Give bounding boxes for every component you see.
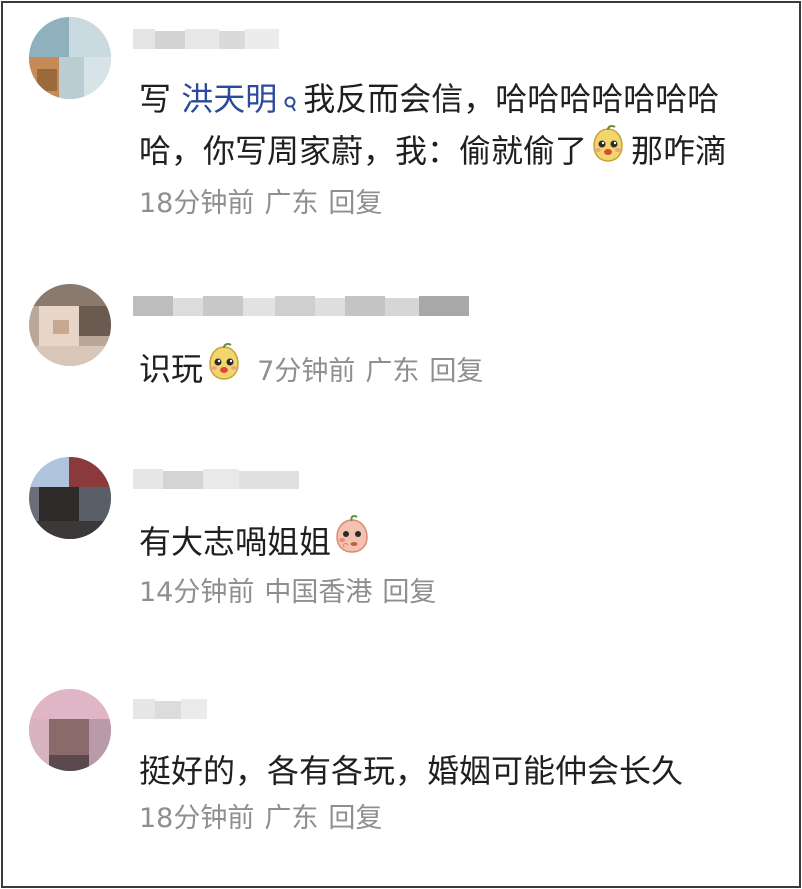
- mention-link[interactable]: 洪天明: [181, 80, 277, 118]
- comment-text-part: 那咋滴: [631, 132, 728, 170]
- timestamp: 18分钟前: [139, 803, 255, 834]
- comment-text-part: 写: [139, 80, 182, 118]
- avatar[interactable]: [29, 284, 111, 366]
- username-blurred[interactable]: [133, 290, 473, 320]
- comment-text: 写 洪天明 我反而会信，哈哈哈哈哈哈哈哈，你写周家蔚，我：偷就偷了 那咋滴18分钟前…: [139, 75, 759, 228]
- comment-meta: 14分钟前 中国香港 回复: [139, 573, 759, 613]
- comment-meta: 18分钟前 广东 回复: [139, 799, 759, 839]
- timestamp: 14分钟前: [139, 576, 255, 608]
- peach-thinking-icon: [332, 514, 372, 569]
- reply-button[interactable]: 回复: [382, 577, 436, 608]
- reply-button[interactable]: 回复: [328, 188, 382, 219]
- timestamp: 18分钟前: [139, 187, 255, 219]
- reply-button[interactable]: 回复: [429, 356, 483, 387]
- pear-face-icon: [588, 124, 628, 177]
- timestamp: 7分钟前: [257, 356, 356, 387]
- comment-text: 有大志喎姐姐 14分钟前 中国香港 回复: [139, 514, 759, 613]
- comment-text: 挺好的，各有各玩，婚姻可能仲会长久 18分钟前 广东 回复: [139, 747, 759, 839]
- username-blurred[interactable]: [133, 23, 283, 53]
- reply-button[interactable]: 回复: [328, 803, 382, 834]
- pear-face-icon: [204, 342, 244, 395]
- location: 广东: [365, 356, 420, 387]
- username-blurred[interactable]: [133, 463, 303, 493]
- comment-text-part: 有大志喎姐姐: [139, 523, 332, 561]
- comment-meta: 18分钟前 广东 回复: [139, 188, 382, 219]
- location: 广东: [264, 187, 319, 219]
- comment-list: 写 洪天明 我反而会信，哈哈哈哈哈哈哈哈，你写周家蔚，我：偷就偷了 那咋滴18分钟前…: [1, 1, 801, 888]
- location: 广东: [264, 803, 319, 834]
- avatar[interactable]: [29, 457, 111, 539]
- comment-text-part: 挺好的，各有各玩，婚姻可能仲会长久: [139, 752, 684, 790]
- location: 中国香港: [264, 576, 373, 608]
- comment-text: 识玩 7分钟前 广东 回复: [139, 342, 759, 396]
- username-blurred[interactable]: [133, 693, 213, 723]
- comment-text-part: 识玩: [139, 350, 204, 388]
- search-icon[interactable]: [283, 79, 297, 127]
- comment-meta: 7分钟前 广东 回复: [257, 356, 483, 387]
- avatar[interactable]: [29, 17, 111, 99]
- avatar[interactable]: [29, 689, 111, 771]
